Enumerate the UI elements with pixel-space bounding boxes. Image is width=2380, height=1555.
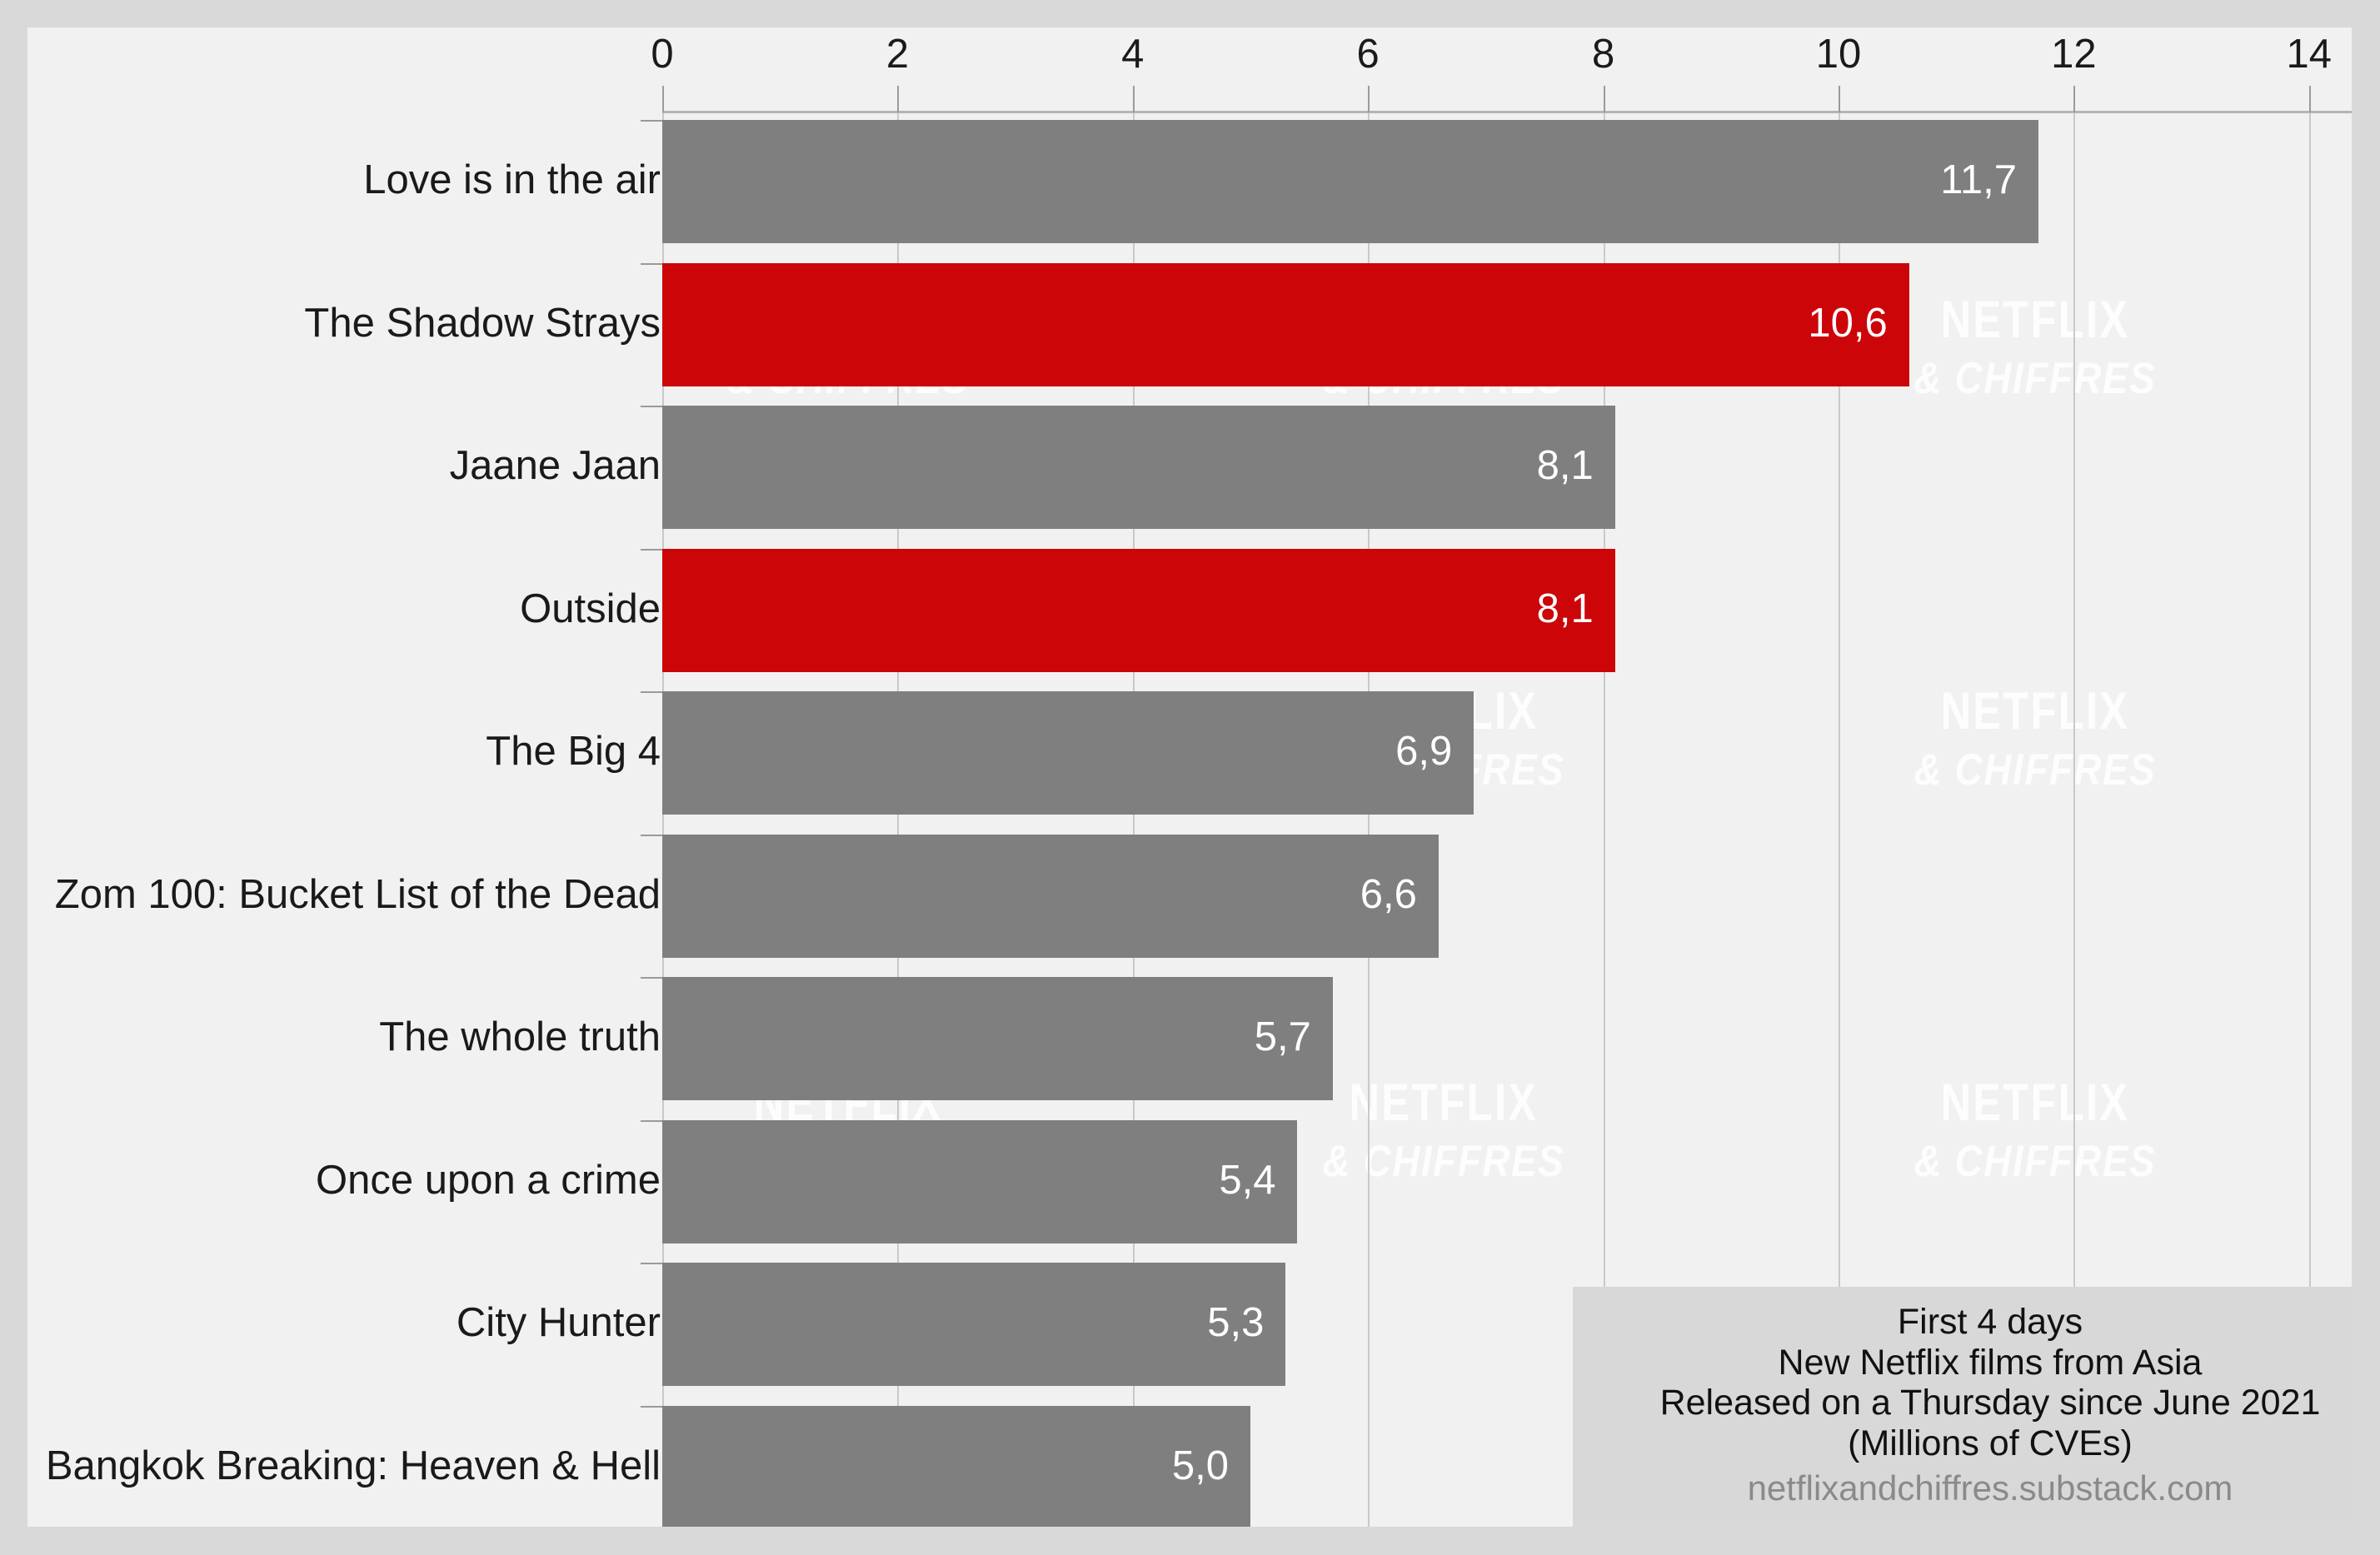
bar-value-label: 10,6: [1808, 300, 1888, 346]
bar-row: Jaane Jaan 8,1: [27, 396, 2352, 540]
bar-category-label: Bangkok Breaking: Heaven & Hell: [45, 1443, 661, 1488]
caption-line-2: New Netflix films from Asia: [1778, 1342, 2203, 1383]
y-axis-tick-mark: [641, 1405, 662, 1408]
bar-row: Zom 100: Bucket List of the Dead 6,6: [27, 825, 2352, 969]
y-axis-tick-mark: [641, 262, 662, 265]
y-axis-tick-mark: [641, 406, 662, 407]
y-axis-tick-mark: [641, 834, 662, 836]
y-axis-tick-mark: [641, 1263, 662, 1264]
caption-source-url: netflixandchiffres.substack.com: [1747, 1468, 2233, 1508]
bar-row: The Shadow Strays 10,6: [27, 254, 2352, 397]
bar-category-label: City Hunter: [456, 1300, 661, 1345]
y-axis-tick-mark: [641, 548, 662, 551]
y-axis-tick-mark: [641, 1119, 662, 1122]
bar-category-label: The Shadow Strays: [304, 300, 661, 346]
bar-category-label: Once upon a crime: [316, 1157, 661, 1203]
y-axis-tick-mark: [641, 120, 662, 122]
bar-category-label: The whole truth: [379, 1014, 661, 1059]
caption-box: First 4 days New Netflix films from Asia…: [1573, 1287, 2352, 1527]
bar-category-label: Zom 100: Bucket List of the Dead: [54, 871, 661, 917]
bar-row: Once upon a crime 5,4: [27, 1111, 2352, 1254]
bar-category-label: The Big 4: [486, 729, 661, 774]
bar-row: The whole truth 5,7: [27, 968, 2352, 1111]
bar-category-label: Jaane Jaan: [449, 443, 661, 488]
bar-value-label: 11,7: [1940, 157, 2018, 202]
y-axis-tick-mark: [641, 977, 662, 979]
chart-figure: NETFLIX & CHIFFRES NETFLIX & CHIFFRES NETFLI…: [0, 0, 2380, 1555]
bar-value-label: 8,1: [1536, 586, 1594, 631]
bar-value-label: 6,6: [1360, 871, 1417, 917]
bar-value-label: 5,3: [1207, 1300, 1265, 1345]
caption-line-1: First 4 days: [1897, 1302, 2083, 1342]
bar-row: Love is in the air 11,7: [27, 111, 2352, 254]
bar-value-label: 5,0: [1171, 1443, 1229, 1488]
bar-category-label: Outside: [520, 586, 661, 631]
y-axis-tick-mark: [641, 691, 662, 693]
bar-value-label: 5,7: [1254, 1014, 1311, 1059]
bar-category-label: Love is in the air: [363, 157, 661, 202]
caption-line-3: Released on a Thursday since June 2021: [1659, 1383, 2321, 1423]
plot-panel: NETFLIX & CHIFFRES NETFLIX & CHIFFRES NETFLI…: [27, 27, 2352, 1527]
bar-row: The Big 4 6,9: [27, 682, 2352, 825]
bar-value-label: 8,1: [1536, 443, 1594, 488]
bar-value-label: 5,4: [1219, 1157, 1276, 1203]
bar-row: Outside 8,1: [27, 540, 2352, 683]
caption-line-4: (Millions of CVEs): [1848, 1423, 2133, 1463]
bar-value-label: 6,9: [1395, 729, 1453, 774]
